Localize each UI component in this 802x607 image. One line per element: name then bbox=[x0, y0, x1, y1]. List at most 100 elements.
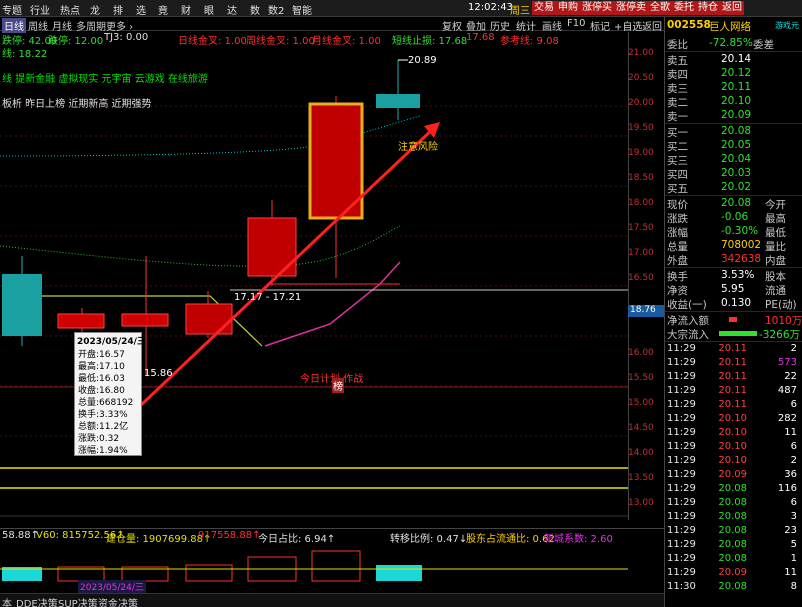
tick-price: 20.11 bbox=[718, 385, 747, 396]
bid2-price: 20.05 bbox=[721, 139, 752, 151]
tick-time: 11:29 bbox=[667, 455, 696, 466]
tick-price: 20.08 bbox=[718, 483, 747, 494]
back-button[interactable]: 返回 bbox=[642, 18, 662, 33]
tick-price: 20.10 bbox=[718, 413, 747, 424]
limit-sell-button[interactable]: 涨停卖 bbox=[614, 1, 648, 15]
bid2-label: 买二 bbox=[667, 141, 688, 153]
tab-dde[interactable]: DDE决策 bbox=[16, 595, 58, 607]
tab-more[interactable]: 更多 › bbox=[106, 18, 133, 33]
bid4-price: 20.03 bbox=[721, 167, 752, 179]
tick-time: 11:29 bbox=[667, 343, 696, 354]
top-menu-bar: 专题 行业 热点 龙 排 选 竟 财 眼 达 数 数2 智能 12:02:43 … bbox=[0, 0, 802, 17]
draw-button[interactable]: 画线 bbox=[542, 18, 562, 33]
candle-limit-up bbox=[308, 102, 364, 220]
tick-price: 20.10 bbox=[718, 455, 747, 466]
menu-item-industry[interactable]: 行业 bbox=[30, 2, 50, 17]
stat-right-label: PE(动) bbox=[765, 299, 797, 311]
menu-item-finance[interactable]: 财 bbox=[181, 2, 191, 17]
tick-list[interactable]: 11:29 20.11 2 11:29 20.11 573 11:29 20.11 22 1… bbox=[665, 343, 802, 607]
bid4-label: 买四 bbox=[667, 169, 688, 181]
menu-item-data2[interactable]: 数2 bbox=[268, 2, 284, 17]
order-button[interactable]: 委托 bbox=[672, 1, 696, 15]
stat-value: -0.06 bbox=[721, 211, 749, 223]
add-watchlist-button[interactable]: +自选 bbox=[614, 18, 642, 33]
ask3-price: 20.11 bbox=[721, 81, 752, 93]
net-inflow-bar bbox=[729, 317, 737, 322]
block-inflow-label: 大宗流入 bbox=[667, 329, 709, 341]
tab-day[interactable]: 日线 bbox=[2, 18, 26, 33]
menu-item-rank[interactable]: 排 bbox=[113, 2, 123, 17]
stat-value: 342638 bbox=[721, 253, 762, 265]
stat-label: 外盘 bbox=[667, 255, 688, 267]
bid5-label: 买五 bbox=[667, 183, 688, 195]
menu-item-eye[interactable]: 眼 bbox=[204, 2, 214, 17]
tick-row: 11:29 20.09 36 bbox=[665, 469, 802, 483]
tab-basic[interactable]: 本 bbox=[2, 595, 12, 607]
ask1-label: 卖一 bbox=[667, 111, 688, 123]
tick-price: 20.10 bbox=[718, 427, 747, 438]
bid3-label: 买三 bbox=[667, 155, 688, 167]
tab-sup[interactable]: SUP决策 bbox=[58, 595, 98, 607]
f10-button[interactable]: F10 bbox=[567, 18, 585, 29]
tab-month[interactable]: 月线 bbox=[52, 18, 72, 33]
stat-value: 5.95 bbox=[721, 283, 745, 295]
limit-buy-button[interactable]: 涨停买 bbox=[580, 1, 614, 15]
menu-item-topic[interactable]: 专题 bbox=[2, 2, 22, 17]
net-inflow-value: 1010万 bbox=[765, 315, 802, 327]
y-tick: 19.50 bbox=[628, 123, 654, 133]
stat-label: 涨跌 bbox=[667, 213, 688, 225]
menu-item-hot[interactable]: 热点 bbox=[60, 2, 80, 17]
volume-bars bbox=[0, 550, 628, 582]
tick-price: 20.08 bbox=[718, 525, 747, 536]
tab-fund[interactable]: 资金决策 bbox=[98, 595, 138, 607]
tick-price: 20.11 bbox=[718, 399, 747, 410]
candle-up bbox=[185, 303, 233, 335]
history-button[interactable]: 历史 bbox=[490, 18, 510, 33]
tick-time: 11:29 bbox=[667, 497, 696, 508]
menu-item-compete[interactable]: 竟 bbox=[158, 2, 168, 17]
tick-volume: 6 bbox=[790, 497, 797, 508]
y-tick: 21.00 bbox=[628, 48, 654, 58]
tick-row: 11:29 20.08 5 bbox=[665, 539, 802, 553]
candle-up bbox=[121, 313, 169, 327]
ask5-price: 20.14 bbox=[721, 53, 752, 65]
menu-item-dragon[interactable]: 龙 bbox=[90, 2, 100, 17]
volume-date-tag: 2023/05/24/三 bbox=[78, 580, 146, 593]
tab-week[interactable]: 周线 bbox=[28, 18, 48, 33]
menu-item-data[interactable]: 数 bbox=[250, 2, 260, 17]
kline-tooltip: 2023/05/24/三 开盘:16.57 最高:17.10 最低:16.03 … bbox=[74, 332, 146, 456]
y-tick: 14.00 bbox=[628, 448, 654, 458]
tick-row: 11:30 20.08 8 bbox=[665, 581, 802, 595]
overlay-button[interactable]: 叠加 bbox=[466, 18, 486, 33]
tick-row: 11:29 20.11 487 bbox=[665, 385, 802, 399]
reference-line-indicator: 参考线: 9.08 bbox=[500, 36, 559, 47]
tick-volume: 11 bbox=[784, 567, 797, 578]
mark-button[interactable]: 标记 bbox=[590, 18, 610, 33]
menu-item-smart[interactable]: 智能 bbox=[292, 2, 312, 17]
weibi-value: -72.85% bbox=[709, 37, 753, 49]
tick-row: 11:29 20.08 116 bbox=[665, 483, 802, 497]
tick-price: 20.09 bbox=[718, 469, 747, 480]
tick-volume: 23 bbox=[784, 525, 797, 536]
trading-terminal: { "topbar": { "menu": ["专题","行业","热点","龙… bbox=[0, 0, 802, 607]
full-button[interactable]: 全歌 bbox=[648, 1, 672, 15]
menu-item-da[interactable]: 达 bbox=[227, 2, 237, 17]
restore-rights-button[interactable]: 复权 bbox=[442, 18, 462, 33]
y-tick: 18.50 bbox=[628, 173, 654, 183]
trade-button[interactable]: 交易 bbox=[532, 1, 556, 15]
tick-time: 11:29 bbox=[667, 441, 696, 452]
tick-row: 11:29 20.08 1 bbox=[665, 553, 802, 567]
monthly-golden-cross: 月线金叉: 1.00 bbox=[312, 36, 381, 47]
position-button[interactable]: 持仓 bbox=[696, 1, 720, 15]
tab-multi-period[interactable]: 多周期 bbox=[76, 18, 106, 33]
y-tick: 13.50 bbox=[628, 473, 654, 483]
tick-volume: 282 bbox=[777, 413, 797, 424]
y-tick: 15.00 bbox=[628, 398, 654, 408]
subscribe-button[interactable]: 申购 bbox=[556, 1, 580, 15]
stats-button[interactable]: 统计 bbox=[516, 18, 536, 33]
stat-label: 换手 bbox=[667, 271, 688, 283]
vol-value: 58.88↑ bbox=[2, 530, 40, 541]
tick-time: 11:29 bbox=[667, 385, 696, 396]
back-top-button[interactable]: 返回 bbox=[720, 1, 744, 15]
menu-item-select[interactable]: 选 bbox=[136, 2, 146, 17]
